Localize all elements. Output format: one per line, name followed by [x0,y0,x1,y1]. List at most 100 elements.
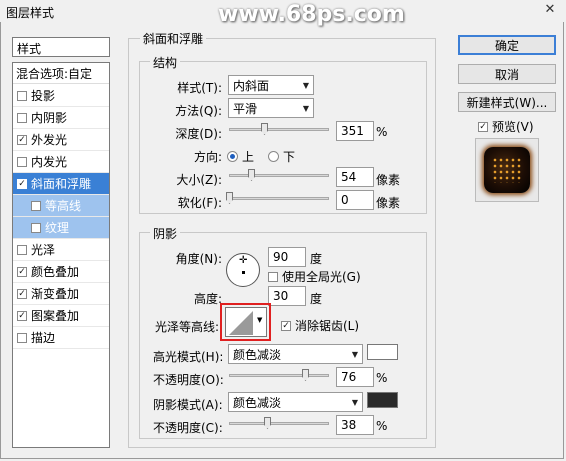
chevron-down-icon: ▼ [351,397,358,407]
angle-dial-center [242,271,245,274]
style-item[interactable]: ✓ 图案叠加 [13,305,109,327]
style-item[interactable]: ✓ 颜色叠加 [13,261,109,283]
checkbox-icon [268,271,278,282]
checkbox-icon[interactable] [31,222,41,233]
style-item[interactable]: 内发光 [13,151,109,173]
shading-title: 阴影 [150,225,181,242]
angle-input[interactable]: 90 [268,247,306,267]
style-item[interactable]: 描边 [13,327,109,349]
size-label: 大小(Z): [176,173,222,187]
style-item[interactable]: 投影 [13,85,109,107]
size-input[interactable]: 54 [336,167,374,187]
direction-up-label: 上 [242,150,255,164]
style-item-label: 外发光 [31,133,68,147]
style-value: 内斜面 [233,78,270,93]
direction-up-radio[interactable]: 上 [227,148,254,165]
new-style-button[interactable]: 新建样式(W)... [458,92,556,112]
angle-label: 角度(N): [175,252,222,266]
styles-header[interactable]: 样式 [12,37,110,57]
preview-sparkles [492,157,522,183]
checkbox-checked-icon[interactable]: ✓ [17,134,27,145]
soften-unit: 像素 [376,196,401,210]
anti-alias-checkbox[interactable]: ✓ 消除锯齿(L) [281,317,359,334]
altitude-label: 高度: [193,292,222,306]
style-select[interactable]: 内斜面 ▼ [228,75,314,95]
checkbox-checked-icon: ✓ [478,121,488,132]
bevel-emboss-title: 斜面和浮雕 [140,30,207,47]
style-item-label: 内阴影 [31,111,68,125]
soften-input[interactable]: 0 [336,190,374,210]
style-item-label: 颜色叠加 [31,265,80,279]
global-light-checkbox[interactable]: 使用全局光(G) [268,268,361,285]
highlight-opacity-unit: % [376,371,388,385]
preview-thumbnail [484,147,530,193]
window-title: 图层样式 [6,6,55,20]
style-item[interactable]: 内阴影 [13,107,109,129]
altitude-unit: 度 [310,292,323,306]
technique-value: 平滑 [233,101,258,116]
style-item-label: 图案叠加 [31,309,80,323]
highlight-opacity-slider[interactable] [229,374,329,377]
style-item-label: 描边 [31,331,56,345]
gloss-contour-picker[interactable]: ▼ [225,307,267,337]
shadow-color-swatch[interactable] [367,392,398,408]
close-button[interactable]: ✕ [536,0,564,18]
chevron-down-icon: ▼ [302,80,309,90]
highlight-color-swatch[interactable] [367,344,398,360]
checkbox-icon[interactable] [17,332,27,343]
depth-unit: % [376,125,388,139]
style-item-label: 投影 [31,89,56,103]
style-item[interactable]: 光泽 [13,239,109,261]
crosshair-icon: ✛ [239,255,248,266]
checkbox-checked-icon[interactable]: ✓ [17,178,27,189]
chevron-down-icon: ▼ [257,316,263,324]
soften-slider[interactable] [229,197,329,200]
depth-slider[interactable] [229,128,329,131]
blending-options-item[interactable]: 混合选项:自定 [13,63,109,84]
anti-alias-label: 消除锯齿(L) [295,319,360,333]
checkbox-checked-icon[interactable]: ✓ [17,288,27,299]
checkbox-checked-icon[interactable]: ✓ [17,310,27,321]
technique-label: 方法(Q): [175,104,222,118]
shadow-opacity-input[interactable]: 38 [336,415,374,435]
checkbox-icon[interactable] [17,244,27,255]
close-icon: ✕ [544,1,556,17]
depth-label: 深度(D): [175,127,222,141]
highlight-opacity-input[interactable]: 76 [336,367,374,387]
direction-down-label: 下 [283,150,296,164]
checkbox-icon[interactable] [17,156,27,167]
ok-button[interactable]: 确定 [458,35,556,55]
checkbox-icon[interactable] [17,112,27,123]
style-item[interactable]: 纹理 [13,217,109,239]
style-item[interactable]: ✓ 渐变叠加 [13,283,109,305]
contour-curve-icon [229,311,253,335]
direction-down-radio[interactable]: 下 [268,148,295,165]
checkbox-checked-icon[interactable]: ✓ [17,266,27,277]
angle-dial[interactable]: ✛ [226,253,260,287]
technique-select[interactable]: 平滑 ▼ [228,98,314,118]
style-item-label: 纹理 [45,221,70,235]
depth-input[interactable]: 351 [336,121,374,141]
style-item[interactable]: ✓ 斜面和浮雕 [13,173,109,195]
cancel-button[interactable]: 取消 [458,64,556,84]
chevron-down-icon: ▼ [302,103,309,113]
checkbox-icon[interactable] [31,200,41,211]
highlight-mode-select[interactable]: 颜色减淡 ▼ [228,344,363,364]
style-item-label: 内发光 [31,155,68,169]
shadow-mode-select[interactable]: 颜色减淡 ▼ [228,392,363,412]
radio-selected-icon [227,151,238,162]
structure-title: 结构 [150,54,181,71]
preview-checkbox[interactable]: ✓ 预览(V) [478,118,534,135]
style-item[interactable]: 等高线 [13,195,109,217]
altitude-input[interactable]: 30 [268,286,306,306]
highlight-mode-value: 颜色减淡 [233,347,282,362]
size-slider[interactable] [229,174,329,177]
preview-frame [475,138,539,202]
angle-unit: 度 [310,252,323,266]
highlight-opacity-label: 不透明度(O): [153,373,224,387]
shadow-mode-value: 颜色减淡 [233,395,282,410]
shadow-opacity-slider[interactable] [229,422,329,425]
style-item[interactable]: ✓ 外发光 [13,129,109,151]
checkbox-icon[interactable] [17,90,27,101]
chevron-down-icon: ▼ [351,349,358,359]
